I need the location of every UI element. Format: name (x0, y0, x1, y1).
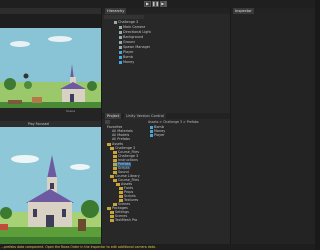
prefab-icon (119, 55, 122, 59)
game-canvas[interactable] (0, 127, 101, 244)
hierarchy-item[interactable]: Money (119, 60, 134, 65)
main-toolbar: ▶ ❚❚ ▶| (0, 0, 315, 8)
play-icon: ▶ (145, 1, 150, 6)
inspector-panel: Inspector (231, 8, 315, 244)
gameobject-icon (119, 35, 122, 39)
prefab-icon (150, 133, 153, 137)
step-icon: ▶| (161, 1, 166, 6)
gameobject-icon (119, 45, 122, 49)
scene-canvas[interactable] (0, 14, 101, 121)
breadcrumb-item[interactable]: Challenge 3 (163, 120, 182, 124)
add-asset-button[interactable] (105, 120, 110, 124)
folder-icon (110, 218, 114, 222)
gameobject-icon (119, 30, 122, 34)
pause-icon: ❚❚ (152, 1, 159, 6)
tab-hierarchy[interactable]: Hierarchy (105, 8, 127, 14)
hierarchy-panel: Hierarchy Challenge 3 Main Camera Direct… (102, 8, 230, 113)
scene-label: Scene (66, 109, 76, 113)
tab-project[interactable]: Project (105, 113, 122, 119)
breadcrumb: Assets > Challenge 3 > Prefabs (148, 120, 199, 124)
inspector-tabbar: Inspector (231, 8, 315, 14)
play-button[interactable]: ▶ (144, 1, 151, 7)
pause-button[interactable]: ❚❚ (152, 1, 159, 7)
scene-view-panel: Scene (0, 8, 101, 121)
status-bar: ...prefabs data component. Open the Rows… (0, 244, 315, 250)
tab-inspector[interactable]: Inspector (233, 8, 254, 14)
project-tabbar: Project Unity Version Control (102, 113, 230, 119)
hierarchy-tabbar: Hierarchy (102, 8, 230, 14)
game-view-panel: Play Focused (0, 121, 101, 244)
project-panel: Project Unity Version Control Assets > C… (102, 113, 230, 244)
breadcrumb-item[interactable]: Assets (148, 120, 158, 124)
step-button[interactable]: ▶| (160, 1, 167, 7)
folder-tree-item[interactable]: TextMesh Pro (110, 218, 137, 223)
breadcrumb-item[interactable]: Prefabs (187, 120, 199, 124)
prefab-icon (119, 60, 122, 64)
gameobject-icon (119, 40, 122, 44)
hierarchy-search[interactable] (104, 15, 144, 19)
scene-icon (114, 20, 117, 24)
asset-file[interactable]: Player (150, 133, 165, 138)
gameobject-icon (119, 25, 122, 29)
prefab-icon (119, 50, 122, 54)
tab-version-control[interactable]: Unity Version Control (124, 113, 166, 119)
